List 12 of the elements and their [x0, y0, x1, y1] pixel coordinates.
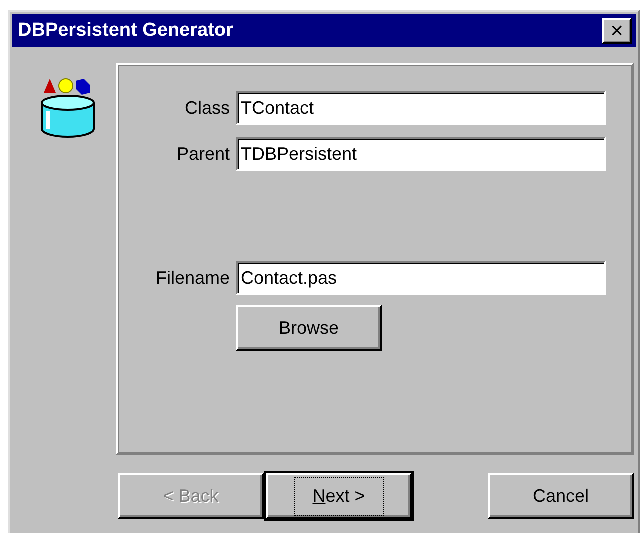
field-label: Filename — [154, 268, 230, 288]
input-field[interactable]: TContact — [236, 91, 606, 125]
database-icon — [40, 77, 96, 139]
input-field[interactable]: Contact.pas — [236, 261, 606, 295]
close-button[interactable]: × — [602, 18, 632, 44]
field-label: Class — [184, 98, 230, 118]
window-title: DBPersistent Generator — [18, 20, 234, 42]
input-field[interactable]: TDBPersistent — [236, 137, 606, 171]
field-label: Parent — [176, 144, 230, 164]
next-button[interactable]: Next > — [266, 473, 412, 519]
browse-button[interactable]: Browse — [236, 305, 382, 351]
cancel-button[interactable]: Cancel — [488, 473, 634, 519]
